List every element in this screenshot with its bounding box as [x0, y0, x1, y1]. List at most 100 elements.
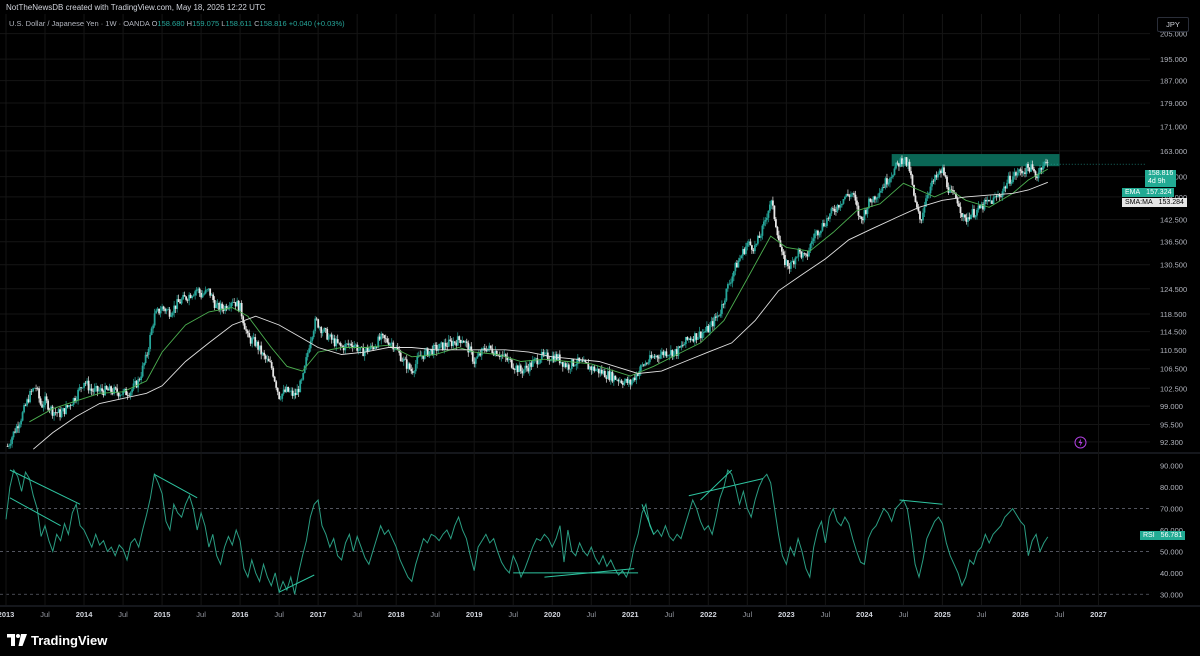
candle-body — [221, 303, 224, 309]
candle-body — [327, 336, 330, 340]
candle-body — [45, 396, 48, 401]
candle-body — [230, 302, 233, 307]
candle-body — [263, 352, 266, 356]
price-tick-label: 102.500 — [1160, 384, 1187, 393]
candle — [380, 331, 383, 345]
candle-body — [773, 205, 776, 220]
candle-body — [746, 242, 749, 247]
candle — [90, 383, 93, 396]
candle — [913, 184, 915, 197]
candle — [946, 175, 948, 189]
candle-body — [814, 233, 816, 239]
price-tick-label: 142.500 — [1160, 216, 1187, 225]
candle — [919, 210, 921, 224]
candle-body — [29, 390, 31, 403]
candle — [1034, 170, 1037, 180]
candle-body — [129, 392, 132, 396]
candle-body — [416, 356, 419, 365]
candle-body — [850, 194, 852, 197]
candle-body — [839, 205, 842, 208]
candle-body — [895, 162, 897, 169]
candle-body — [192, 295, 195, 297]
candle — [281, 393, 284, 402]
candle-body — [569, 368, 572, 370]
price-tick-label: 106.500 — [1160, 365, 1187, 374]
currency-selector[interactable]: JPY — [1157, 17, 1189, 32]
rsi-divergence-line — [688, 478, 764, 497]
candle — [6, 443, 9, 448]
candle-body — [278, 391, 281, 399]
price-tick-label: 124.500 — [1160, 285, 1187, 294]
candle-body — [854, 194, 857, 201]
candle — [617, 378, 620, 386]
candle — [1021, 166, 1023, 177]
candle-body — [922, 212, 924, 221]
candle — [495, 350, 498, 357]
tradingview-logo[interactable]: TradingView — [7, 632, 107, 648]
time-tick-label: Jul — [821, 610, 831, 619]
candle-body — [776, 226, 779, 236]
candle-body — [914, 195, 917, 203]
rsi-divergence-line — [899, 499, 943, 505]
candle-body — [21, 412, 24, 421]
candle-body — [853, 193, 855, 195]
candle-body — [471, 350, 474, 362]
candle-body — [829, 213, 831, 219]
candle-body — [911, 175, 914, 185]
candle — [299, 379, 302, 393]
candle — [438, 343, 441, 349]
candle — [829, 213, 831, 223]
candle-body — [931, 180, 933, 187]
candle-body — [110, 386, 113, 392]
candle-body — [976, 209, 978, 216]
lightning-icon[interactable] — [1074, 436, 1087, 454]
candle-body — [720, 304, 723, 314]
sma-value: 153.284 — [1158, 199, 1184, 206]
candle — [833, 204, 836, 215]
candle — [725, 288, 728, 303]
candle-body — [823, 223, 825, 227]
candle-body — [317, 319, 320, 328]
candle-body — [141, 365, 144, 377]
candle-body — [245, 329, 248, 331]
time-tick-label: 2017 — [310, 610, 327, 619]
candle-body — [964, 214, 966, 218]
candle — [603, 368, 606, 378]
candle-body — [8, 445, 10, 447]
chart-canvas[interactable]: 205.000195.000187.000179.000171.000163.0… — [0, 0, 1200, 624]
candle-body — [155, 310, 158, 314]
candle-body — [896, 162, 899, 164]
candle-body — [42, 405, 45, 408]
time-axis: 2013 Jul 2014 Jul 2015 Jul 2016 Jul 2017 Jul 2018 J… — [0, 610, 1107, 619]
candle-body — [808, 250, 810, 257]
time-tick-label: Jul — [743, 610, 753, 619]
grid-layer — [0, 14, 1200, 607]
candle-body — [826, 218, 828, 227]
candle-body — [666, 355, 669, 357]
candle-body — [336, 339, 339, 343]
candle — [149, 332, 152, 352]
candle-body — [474, 358, 477, 364]
candle-body — [212, 294, 215, 300]
price-tick-label: 163.000 — [1160, 147, 1187, 156]
candle-body — [1027, 163, 1029, 168]
candle-body — [315, 318, 318, 320]
candle-body — [877, 196, 879, 198]
candle-body — [811, 241, 813, 244]
high-value: 159.075 — [192, 19, 220, 28]
candle-body — [302, 373, 305, 380]
last-price-tag: 158.816 4d 9h — [1145, 170, 1177, 187]
candle-body — [131, 389, 134, 393]
candle-body — [919, 211, 921, 220]
candle-body — [1033, 168, 1035, 172]
candle — [177, 294, 180, 303]
candle — [129, 391, 132, 400]
candle-body — [659, 354, 662, 359]
candle — [477, 349, 480, 357]
candle-body — [889, 178, 891, 183]
candle-body — [324, 328, 327, 329]
candle — [302, 372, 305, 381]
candle-body — [153, 313, 156, 326]
candle-body — [713, 316, 716, 327]
candle — [47, 398, 49, 412]
